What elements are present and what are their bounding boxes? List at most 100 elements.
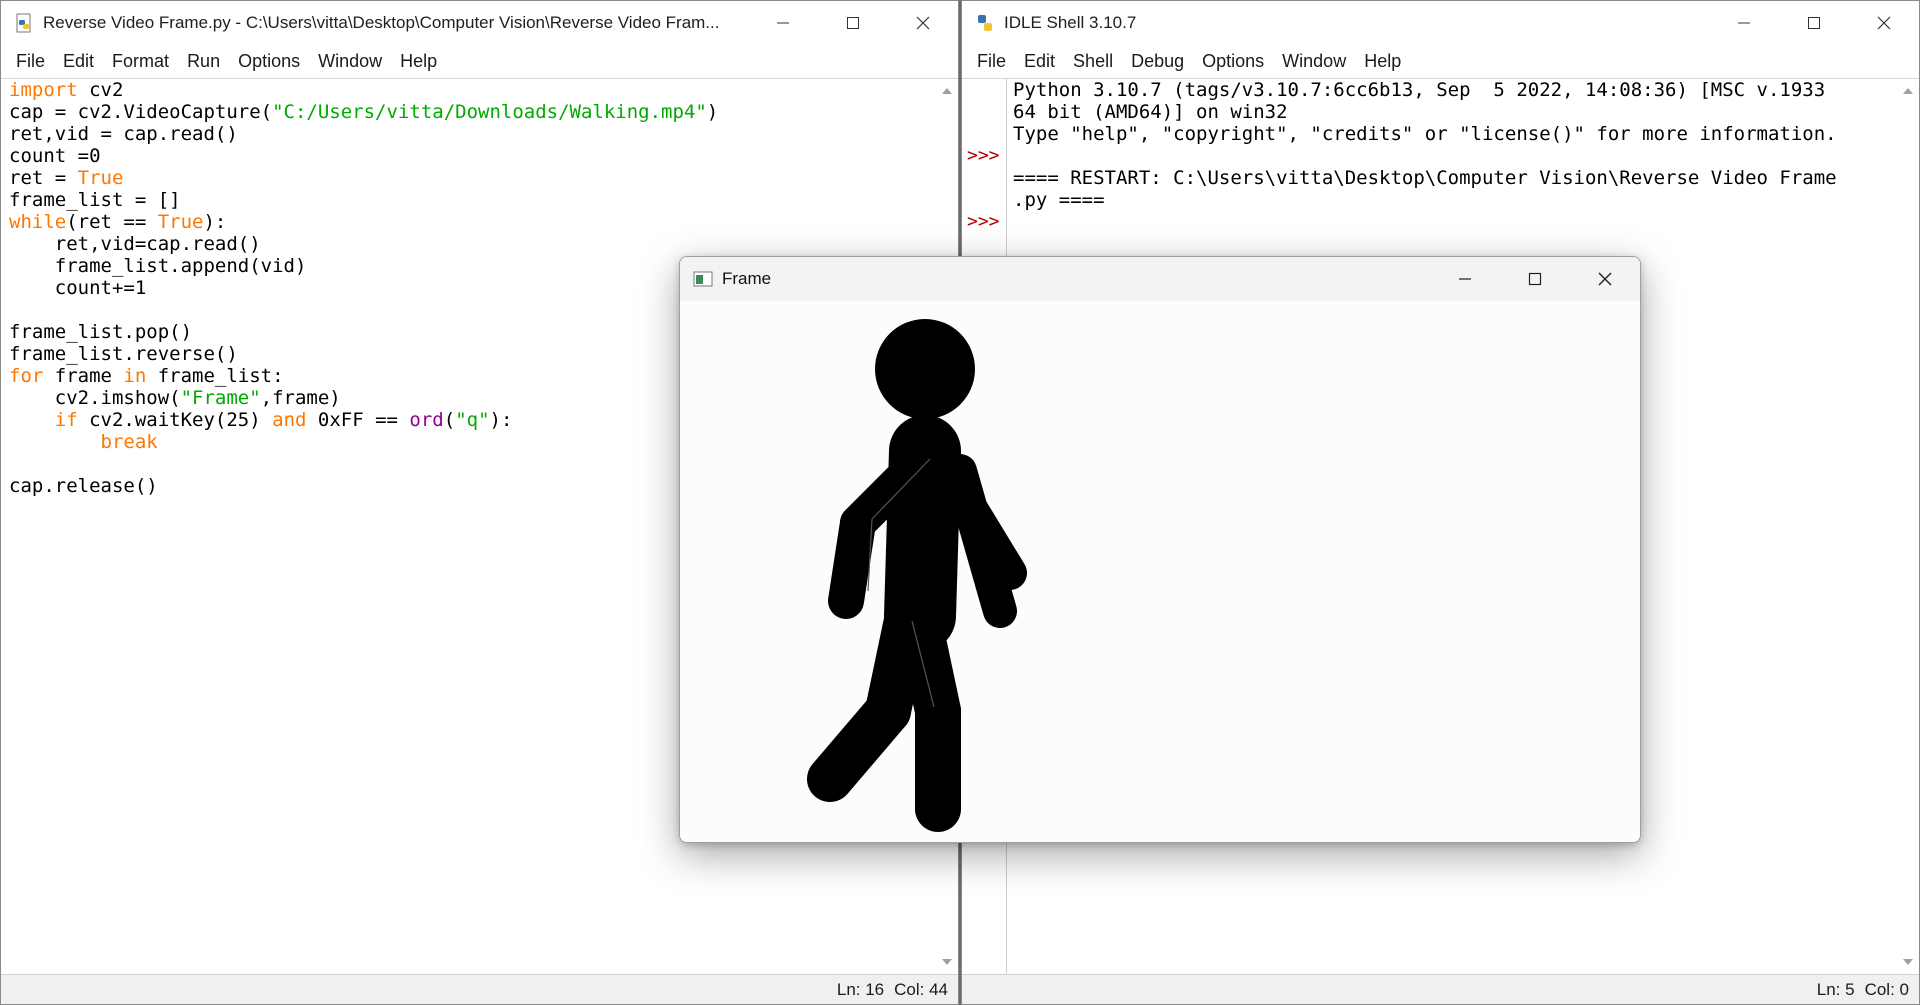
shell-titlebar[interactable]: IDLE Shell 3.10.7	[962, 1, 1919, 45]
editor-menu-options[interactable]: Options	[229, 51, 309, 72]
code-token: 0xFF ==	[306, 409, 410, 431]
walking-stick-figure	[807, 319, 1027, 832]
frame-title: Frame	[722, 269, 772, 288]
shell-line: ==== RESTART: C:\Users\vitta\Desktop\Com…	[1013, 167, 1837, 189]
column-indicator: Col: 0	[1864, 979, 1909, 999]
editor-title: Reverse Video Frame.py - C:\Users\vitta\…	[43, 13, 720, 32]
code-token: cv2	[77, 79, 124, 101]
close-button[interactable]	[1570, 257, 1640, 301]
code-line: count =0	[9, 145, 928, 167]
code-token: for	[9, 365, 44, 387]
shell-line: Type "help", "copyright", "credits" or "…	[1013, 123, 1837, 145]
scroll-down-icon	[942, 959, 952, 965]
code-token: count+=1	[9, 277, 147, 299]
code-token: )	[706, 101, 719, 123]
minimize-button[interactable]	[1430, 257, 1500, 301]
minimize-icon	[777, 22, 789, 24]
video-frame-canvas	[680, 301, 1640, 842]
minimize-button[interactable]	[1709, 1, 1779, 45]
code-token: frame_list.append(vid)	[9, 255, 307, 277]
maximize-button[interactable]	[818, 1, 888, 45]
shell-menu-edit[interactable]: Edit	[1015, 51, 1064, 72]
editor-menu-run[interactable]: Run	[178, 51, 229, 72]
shell-title: IDLE Shell 3.10.7	[1004, 13, 1137, 32]
code-token: "Frame"	[180, 387, 261, 409]
code-token: ret,vid = cap.read()	[9, 123, 238, 145]
shell-menu-help[interactable]: Help	[1355, 51, 1410, 72]
line-indicator: Ln: 16	[836, 979, 885, 999]
code-line: cap = cv2.VideoCapture("C:/Users/vitta/D…	[9, 101, 928, 123]
code-token: (	[443, 409, 456, 431]
code-token: while	[9, 211, 67, 233]
maximize-icon	[1808, 17, 1820, 29]
close-icon	[1877, 16, 1891, 30]
python-file-icon	[13, 12, 35, 34]
code-token: cv2.waitKey(25)	[77, 409, 273, 431]
code-token: if	[54, 409, 78, 431]
frame-titlebar[interactable]: Frame	[680, 257, 1640, 301]
code-token: "C:/Users/vitta/Downloads/Walking.mp4"	[272, 101, 707, 123]
shell-menu-debug[interactable]: Debug	[1122, 51, 1193, 72]
editor-titlebar[interactable]: Reverse Video Frame.py - C:\Users\vitta\…	[1, 1, 958, 45]
editor-menu-format[interactable]: Format	[103, 51, 178, 72]
minimize-icon	[1459, 278, 1471, 280]
code-token: frame_list = []	[9, 189, 181, 211]
code-line: while(ret == True):	[9, 211, 928, 233]
editor-menu-edit[interactable]: Edit	[54, 51, 103, 72]
code-token: cv2.imshow(	[9, 387, 181, 409]
code-token: ret =	[9, 167, 78, 189]
editor-menu-help[interactable]: Help	[391, 51, 446, 72]
minimize-button[interactable]	[748, 1, 818, 45]
code-token: ):	[489, 409, 513, 431]
code-token: in	[123, 365, 147, 387]
shell-line: Python 3.10.7 (tags/v3.10.7:6cc6b13, Sep…	[1013, 79, 1826, 101]
code-token: ret,vid=cap.read()	[9, 233, 261, 255]
code-line: ret = True	[9, 167, 928, 189]
scroll-up-icon	[1903, 88, 1913, 94]
maximize-button[interactable]	[1500, 257, 1570, 301]
shell-statusbar: Ln: 5 Col: 0	[962, 974, 1919, 1004]
code-token: ord	[409, 409, 444, 431]
shell-prompt: >>>	[967, 211, 1000, 232]
shell-prompt: >>>	[967, 145, 1000, 166]
code-token: ):	[203, 211, 227, 233]
close-icon	[1598, 272, 1612, 286]
close-button[interactable]	[1849, 1, 1919, 45]
code-token: frame	[43, 365, 124, 387]
close-button[interactable]	[888, 1, 958, 45]
shell-scrollbar[interactable]	[1897, 79, 1919, 974]
code-token: True	[77, 167, 124, 189]
shell-line: .py ====	[1013, 189, 1105, 211]
editor-statusbar: Ln: 16 Col: 44	[1, 974, 958, 1004]
shell-menu-options[interactable]: Options	[1193, 51, 1273, 72]
code-token: frame_list:	[146, 365, 284, 387]
close-icon	[916, 16, 930, 30]
editor-menu-window[interactable]: Window	[309, 51, 391, 72]
shell-menu-shell[interactable]: Shell	[1064, 51, 1122, 72]
maximize-icon	[1528, 272, 1542, 286]
code-token: break	[100, 431, 158, 453]
python-icon	[974, 12, 996, 34]
code-token: ,frame)	[260, 387, 341, 409]
shell-line: 64 bit (AMD64)] on win32	[1013, 101, 1288, 123]
code-token: import	[9, 79, 78, 101]
code-line: frame_list = []	[9, 189, 928, 211]
code-token: cap.release()	[9, 475, 158, 497]
code-line: ret,vid=cap.read()	[9, 233, 928, 255]
scroll-up-icon	[942, 88, 952, 94]
code-token: (ret ==	[66, 211, 158, 233]
shell-menu-window[interactable]: Window	[1273, 51, 1355, 72]
maximize-button[interactable]	[1779, 1, 1849, 45]
shell-menu-file[interactable]: File	[968, 51, 1015, 72]
code-token: cap = cv2.VideoCapture(	[9, 101, 273, 123]
code-token: and	[272, 409, 307, 431]
shell-output[interactable]: Python 3.10.7 (tags/v3.10.7:6cc6b13, Sep…	[1013, 79, 1893, 211]
code-token: True	[157, 211, 204, 233]
editor-menu-file[interactable]: File	[7, 51, 54, 72]
minimize-icon	[1738, 22, 1750, 24]
code-line: import cv2	[9, 79, 928, 101]
column-indicator: Col: 44	[894, 979, 948, 999]
